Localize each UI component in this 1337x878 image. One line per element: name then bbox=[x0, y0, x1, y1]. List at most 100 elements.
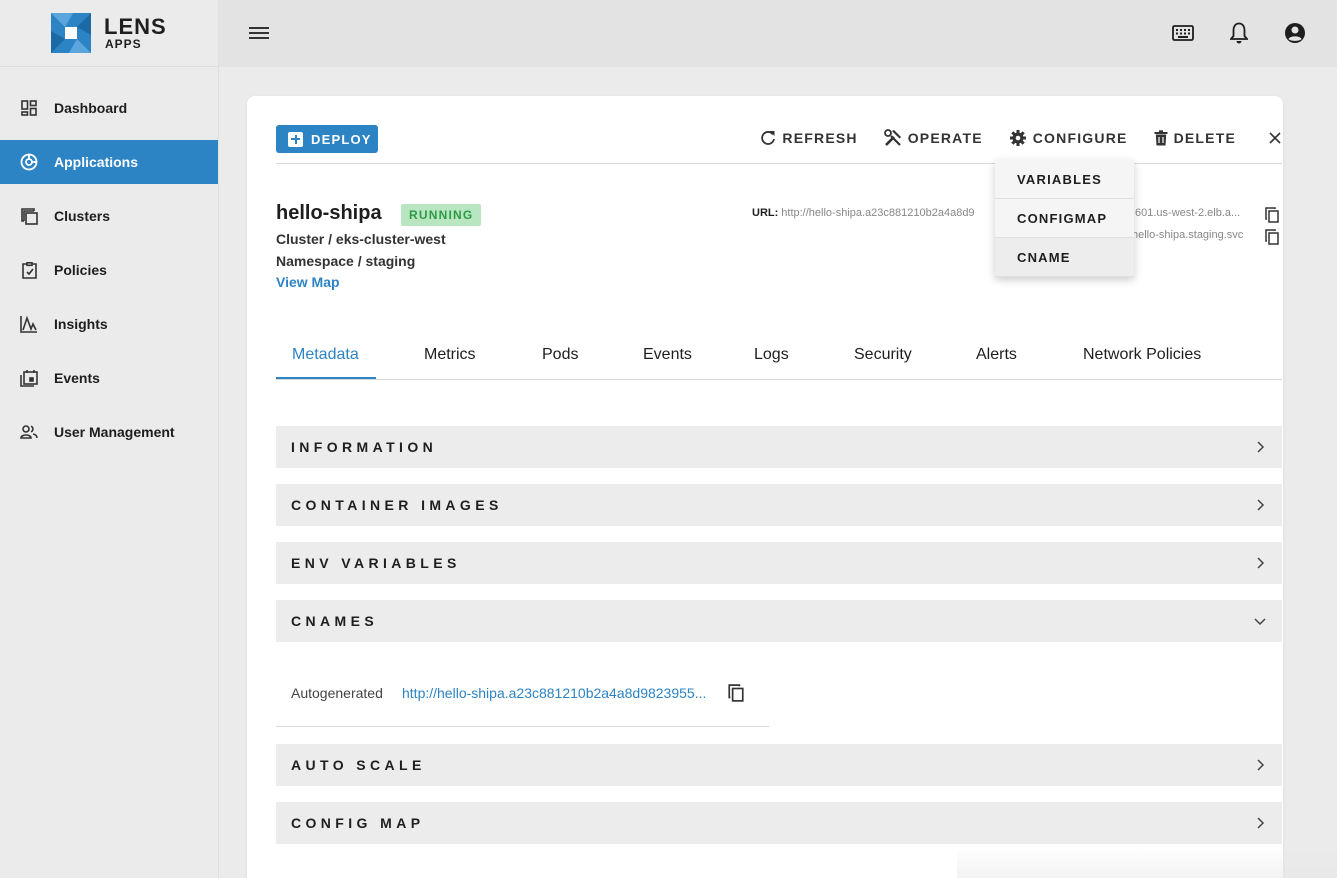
chevron-right-icon bbox=[1257, 441, 1265, 453]
copy-icon[interactable] bbox=[1265, 229, 1279, 245]
keyboard-icon[interactable] bbox=[1171, 21, 1195, 45]
sidebar-item-label: Policies bbox=[54, 262, 107, 278]
sidebar-item-policies[interactable]: Policies bbox=[0, 248, 218, 292]
sidebar-item-clusters[interactable]: Clusters bbox=[0, 194, 218, 238]
cluster-info: Cluster / eks-cluster-west bbox=[276, 231, 446, 247]
view-map-link[interactable]: View Map bbox=[276, 274, 340, 290]
tab-security[interactable]: Security bbox=[854, 346, 912, 364]
tab-alerts[interactable]: Alerts bbox=[976, 346, 1017, 364]
chevron-right-icon bbox=[1257, 759, 1265, 771]
url-tail-text[interactable]: 601.us-west-2.elb.a... bbox=[1135, 207, 1240, 219]
sidebar-item-dashboard[interactable]: Dashboard bbox=[0, 86, 218, 130]
bottom-shade bbox=[957, 848, 1337, 878]
section-cnames[interactable]: CNAMES bbox=[276, 600, 1282, 642]
chevron-down-icon bbox=[1254, 618, 1266, 626]
sidebar-item-user-management[interactable]: User Management bbox=[0, 410, 218, 454]
trash-icon bbox=[1154, 130, 1168, 146]
sidebar-item-label: Dashboard bbox=[54, 100, 128, 116]
configure-button[interactable]: CONFIGURE bbox=[1009, 129, 1128, 147]
sidebar-item-label: User Management bbox=[54, 424, 175, 440]
gear-icon bbox=[1009, 130, 1026, 146]
status-badge: RUNNING bbox=[401, 204, 482, 226]
clusters-icon bbox=[20, 207, 38, 225]
tab-metrics[interactable]: Metrics bbox=[424, 346, 476, 364]
menu-icon[interactable] bbox=[249, 24, 269, 42]
sidebar-item-events[interactable]: Events bbox=[0, 356, 218, 400]
configure-menu: VARIABLES CONFIGMAP CNAME bbox=[995, 160, 1134, 277]
cname-label: Autogenerated bbox=[291, 685, 383, 701]
events-icon bbox=[20, 369, 38, 387]
bell-icon[interactable] bbox=[1227, 21, 1251, 45]
internal-url-text[interactable]: hello-shipa.staging.svc bbox=[1132, 229, 1243, 241]
section-title: INFORMATION bbox=[291, 439, 438, 455]
section-information[interactable]: INFORMATION bbox=[276, 426, 1282, 468]
internal-url-row: hello-shipa.staging.svc bbox=[1132, 229, 1243, 241]
delete-label: DELETE bbox=[1173, 130, 1236, 146]
app-name: hello-shipa bbox=[276, 202, 382, 224]
menu-item-cname[interactable]: CNAME bbox=[995, 238, 1134, 277]
refresh-icon bbox=[761, 131, 776, 145]
url-row: URL: http://hello-shipa.a23c881210b2a4a8… bbox=[752, 207, 975, 219]
users-icon bbox=[20, 423, 38, 441]
section-title: CONFIG MAP bbox=[291, 815, 425, 831]
sidebar-item-label: Insights bbox=[54, 316, 108, 332]
applications-icon bbox=[20, 153, 38, 171]
section-env-variables[interactable]: ENV VARIABLES bbox=[276, 542, 1282, 584]
refresh-button[interactable]: REFRESH bbox=[760, 130, 857, 146]
url-value[interactable]: http://hello-shipa.a23c881210b2a4a8d9 bbox=[781, 207, 974, 219]
chevron-right-icon bbox=[1257, 817, 1265, 829]
sidebar-item-label: Applications bbox=[54, 154, 139, 170]
cname-link[interactable]: http://hello-shipa.a23c881210b2a4a8d9823… bbox=[402, 685, 714, 701]
chevron-right-icon bbox=[1257, 499, 1265, 511]
copy-icon[interactable] bbox=[1265, 207, 1279, 223]
deploy-button[interactable]: DEPLOY bbox=[276, 125, 378, 153]
tab-pods[interactable]: Pods bbox=[542, 346, 578, 364]
account-icon[interactable] bbox=[1283, 21, 1307, 45]
top-bar bbox=[219, 0, 1337, 67]
tab-metadata[interactable]: Metadata bbox=[292, 346, 359, 364]
tab-bar: Metadata Metrics Pods Events Logs Securi… bbox=[276, 334, 1282, 380]
tools-icon bbox=[883, 129, 901, 146]
close-icon[interactable] bbox=[1268, 131, 1282, 145]
menu-item-variables[interactable]: VARIABLES bbox=[995, 160, 1134, 199]
section-title: CNAMES bbox=[291, 613, 379, 629]
refresh-label: REFRESH bbox=[782, 130, 858, 146]
section-container-images[interactable]: CONTAINER IMAGES bbox=[276, 484, 1282, 526]
chevron-right-icon bbox=[1257, 557, 1265, 569]
sidebar: LENS APPS Dashboard Applications Cluster… bbox=[0, 0, 219, 878]
policies-icon bbox=[20, 261, 38, 279]
copy-icon[interactable] bbox=[728, 684, 744, 702]
section-auto-scale[interactable]: AUTO SCALE bbox=[276, 744, 1282, 786]
active-tab-indicator bbox=[276, 377, 376, 379]
section-title: ENV VARIABLES bbox=[291, 555, 461, 571]
brand-sub: APPS bbox=[105, 37, 142, 51]
url-label: URL: bbox=[752, 207, 779, 219]
menu-item-configmap[interactable]: CONFIGMAP bbox=[995, 199, 1134, 238]
operate-label: OPERATE bbox=[907, 130, 983, 146]
plus-icon bbox=[288, 131, 303, 147]
tab-events[interactable]: Events bbox=[643, 346, 692, 364]
sidebar-item-label: Events bbox=[54, 370, 100, 386]
sidebar-item-applications[interactable]: Applications bbox=[0, 140, 218, 184]
dashboard-icon bbox=[20, 99, 38, 117]
toolbar: DEPLOY REFRESH OPERATE CONFIGURE DELETE bbox=[276, 125, 1282, 164]
operate-button[interactable]: OPERATE bbox=[883, 129, 983, 147]
top-icons bbox=[1171, 21, 1307, 45]
cname-row: Autogenerated http://hello-shipa.a23c881… bbox=[276, 668, 769, 727]
url-tail: 601.us-west-2.elb.a... bbox=[1135, 207, 1240, 219]
section-title: CONTAINER IMAGES bbox=[291, 497, 503, 513]
section-config-map[interactable]: CONFIG MAP bbox=[276, 802, 1282, 844]
configure-label: CONFIGURE bbox=[1032, 130, 1128, 146]
lens-logo-icon bbox=[51, 13, 91, 53]
tab-logs[interactable]: Logs bbox=[754, 346, 789, 364]
sidebar-nav: Dashboard Applications Clusters Policies… bbox=[0, 86, 218, 454]
tab-network-policies[interactable]: Network Policies bbox=[1083, 346, 1201, 364]
delete-button[interactable]: DELETE bbox=[1154, 130, 1236, 146]
section-title: AUTO SCALE bbox=[291, 757, 426, 773]
brand-logo[interactable]: LENS APPS bbox=[0, 0, 218, 67]
sidebar-item-insights[interactable]: Insights bbox=[0, 302, 218, 346]
insights-icon bbox=[20, 315, 38, 333]
namespace-info: Namespace / staging bbox=[276, 253, 416, 269]
sidebar-item-label: Clusters bbox=[54, 208, 111, 224]
toolbar-actions: REFRESH OPERATE CONFIGURE DELETE bbox=[734, 129, 1282, 147]
